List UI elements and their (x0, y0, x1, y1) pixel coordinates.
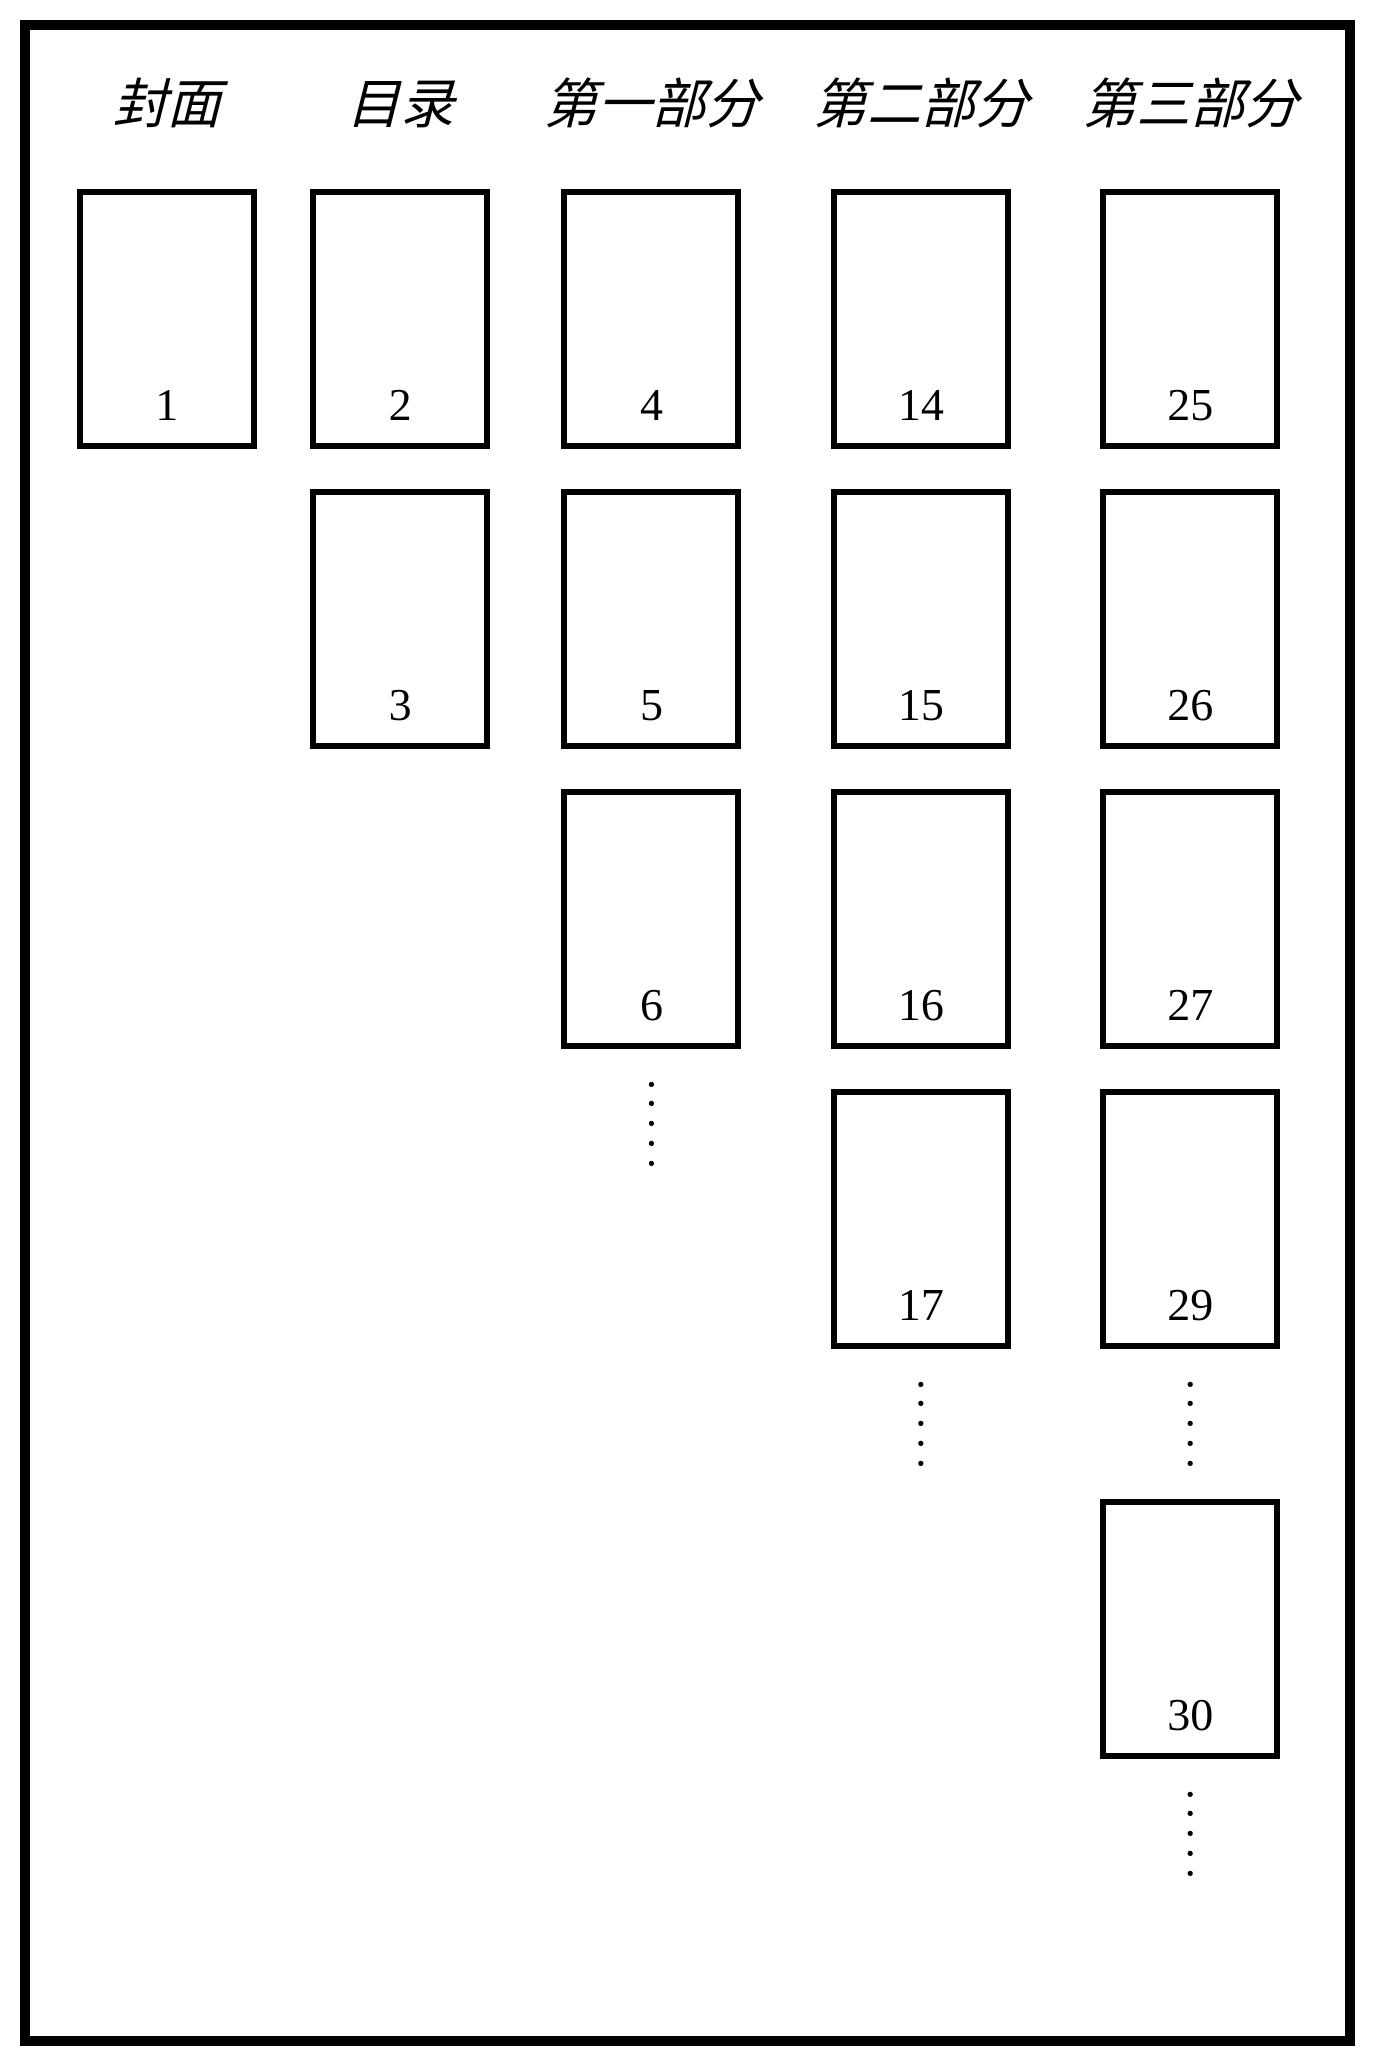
page-number: 4 (567, 378, 735, 431)
page-number: 1 (83, 378, 251, 431)
column-header: 封面 (113, 60, 221, 139)
page-number: 6 (567, 978, 735, 1031)
column-header: 第三部分 (1082, 60, 1298, 139)
page-number: 3 (316, 678, 484, 731)
page-box: 4 (561, 189, 741, 449)
page-number: 25 (1106, 378, 1274, 431)
page-box: 1 (77, 189, 257, 449)
page-box: 6 (561, 789, 741, 1049)
vertical-ellipsis-icon: ····· (1183, 1799, 1198, 1869)
page-number: 29 (1106, 1278, 1274, 1331)
column-part-1: 第一部分 4 5 6 ····· (543, 60, 759, 1159)
column-part-3: 第三部分 25 26 27 29 ····· 30 ····· (1082, 60, 1298, 1869)
page-number: 14 (837, 378, 1005, 431)
column-toc: 目录 2 3 (310, 60, 490, 749)
page-number: 27 (1106, 978, 1274, 1031)
page-box: 5 (561, 489, 741, 749)
page-box: 30 (1100, 1499, 1280, 1759)
column-header: 第二部分 (813, 60, 1029, 139)
page-box: 26 (1100, 489, 1280, 749)
page-box: 2 (310, 189, 490, 449)
diagram-frame: 封面 1 目录 2 3 第一部分 4 5 6 (20, 20, 1355, 2046)
page-box: 3 (310, 489, 490, 749)
column-header: 第一部分 (543, 60, 759, 139)
vertical-ellipsis-icon: ····· (914, 1389, 929, 1459)
page-number: 5 (567, 678, 735, 731)
page-number: 15 (837, 678, 1005, 731)
page-box: 14 (831, 189, 1011, 449)
page-number: 2 (316, 378, 484, 431)
column-cover: 封面 1 (77, 60, 257, 449)
page-box: 15 (831, 489, 1011, 749)
columns-container: 封面 1 目录 2 3 第一部分 4 5 6 (50, 60, 1325, 2016)
page-box: 16 (831, 789, 1011, 1049)
page-box: 25 (1100, 189, 1280, 449)
column-header: 目录 (346, 60, 454, 139)
page-box: 17 (831, 1089, 1011, 1349)
page-box: 27 (1100, 789, 1280, 1049)
page-number: 17 (837, 1278, 1005, 1331)
page-number: 16 (837, 978, 1005, 1031)
page-number: 26 (1106, 678, 1274, 731)
vertical-ellipsis-icon: ····· (644, 1089, 659, 1159)
page-box: 29 (1100, 1089, 1280, 1349)
column-part-2: 第二部分 14 15 16 17 ····· (813, 60, 1029, 1459)
vertical-ellipsis-icon: ····· (1183, 1389, 1198, 1459)
page-number: 30 (1106, 1688, 1274, 1741)
